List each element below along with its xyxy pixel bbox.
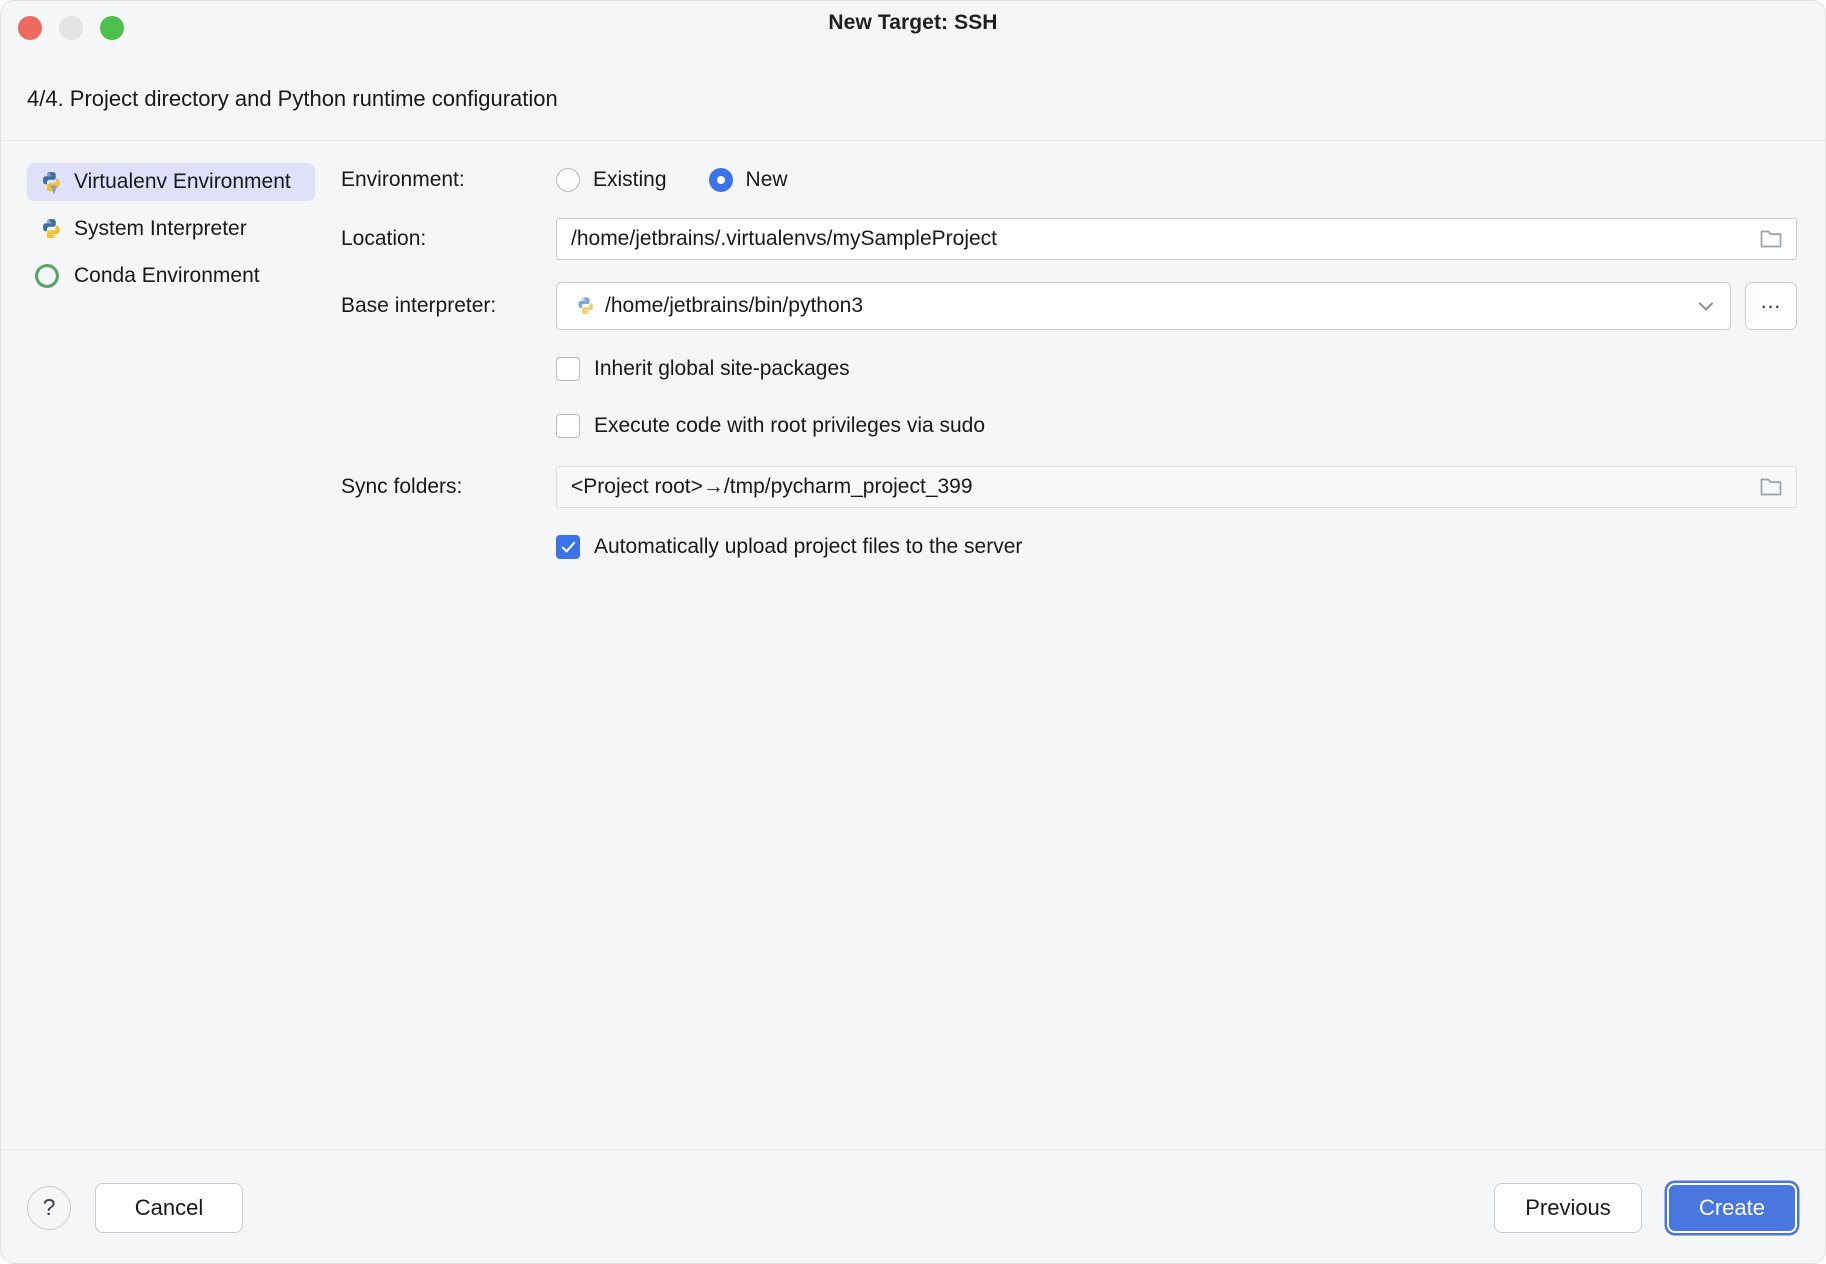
- dialog-footer: ? Cancel Previous Create: [1, 1150, 1825, 1264]
- environment-form: Environment: Existing New Location: /hom…: [341, 141, 1825, 1149]
- checkbox-box[interactable]: [556, 535, 580, 559]
- checkbox-box[interactable]: [556, 414, 580, 438]
- execute-sudo-checkbox[interactable]: Execute code with root privileges via su…: [556, 414, 985, 438]
- footer-right-group: Previous Create: [1494, 1183, 1797, 1233]
- sync-folders-label: Sync folders:: [341, 475, 556, 499]
- location-input[interactable]: /home/jetbrains/.virtualenvs/mySamplePro…: [556, 218, 1797, 260]
- base-interpreter-value: /home/jetbrains/bin/python3: [605, 294, 1694, 318]
- step-header: 4/4. Project directory and Python runtim…: [1, 57, 1825, 140]
- radio-new-label: New: [746, 168, 788, 192]
- sidebar-item-label: System Interpreter: [74, 217, 247, 241]
- help-button[interactable]: ?: [27, 1186, 71, 1230]
- chevron-down-icon[interactable]: [1694, 294, 1718, 318]
- dialog-body: Virtualenv Environment System Interprete…: [1, 141, 1825, 1149]
- execute-sudo-label: Execute code with root privileges via su…: [594, 414, 985, 438]
- python-icon: [569, 293, 595, 319]
- location-label: Location:: [341, 227, 556, 251]
- checkbox-box[interactable]: [556, 357, 580, 381]
- sync-folders-input[interactable]: <Project root>→/tmp/pycharm_project_399: [556, 466, 1797, 508]
- sync-folders-row: Sync folders: <Project root>→/tmp/pychar…: [341, 466, 1797, 508]
- sidebar-item-label: Virtualenv Environment: [74, 170, 291, 194]
- cancel-button[interactable]: Cancel: [95, 1183, 243, 1233]
- inherit-site-packages-checkbox[interactable]: Inherit global site-packages: [556, 357, 850, 381]
- auto-upload-label: Automatically upload project files to th…: [594, 535, 1022, 559]
- environment-row: Environment: Existing New: [341, 163, 1797, 197]
- sidebar-item-system-interpreter[interactable]: System Interpreter: [27, 210, 315, 248]
- window-title: New Target: SSH: [1, 11, 1825, 35]
- base-interpreter-select[interactable]: /home/jetbrains/bin/python3: [556, 282, 1731, 330]
- auto-upload-row: Automatically upload project files to th…: [556, 530, 1797, 564]
- title-bar: New Target: SSH: [1, 1, 1825, 57]
- footer-left-group: ? Cancel: [27, 1183, 243, 1233]
- base-interpreter-label: Base interpreter:: [341, 294, 556, 318]
- radio-new[interactable]: [709, 168, 733, 192]
- sync-folders-value: <Project root>→/tmp/pycharm_project_399: [571, 475, 1758, 499]
- page-title: 4/4. Project directory and Python runtim…: [27, 86, 558, 112]
- python-virtualenv-icon: [32, 167, 62, 197]
- location-value: /home/jetbrains/.virtualenvs/mySamplePro…: [571, 227, 1758, 251]
- folder-icon[interactable]: [1758, 227, 1784, 251]
- sidebar-item-label: Conda Environment: [74, 264, 260, 288]
- dialog-window: New Target: SSH 4/4. Project directory a…: [0, 0, 1826, 1264]
- previous-button[interactable]: Previous: [1494, 1183, 1642, 1233]
- create-button[interactable]: Create: [1667, 1183, 1797, 1233]
- radio-existing[interactable]: [556, 168, 580, 192]
- browse-interpreter-button[interactable]: ...: [1745, 282, 1797, 330]
- environment-existing-option[interactable]: Existing: [556, 168, 667, 192]
- environment-new-option[interactable]: New: [709, 168, 788, 192]
- inherit-site-packages-row: Inherit global site-packages: [556, 352, 1797, 386]
- radio-existing-label: Existing: [593, 168, 667, 192]
- location-row: Location: /home/jetbrains/.virtualenvs/m…: [341, 218, 1797, 260]
- python-icon: [32, 214, 62, 244]
- sidebar-item-virtualenv-environment[interactable]: Virtualenv Environment: [27, 163, 315, 201]
- sidebar-item-conda-environment[interactable]: Conda Environment: [27, 257, 315, 295]
- environment-type-sidebar: Virtualenv Environment System Interprete…: [1, 141, 341, 1149]
- base-interpreter-row: Base interpreter: /home/jetbrains/bin/py…: [341, 282, 1797, 330]
- inherit-site-packages-label: Inherit global site-packages: [594, 357, 850, 381]
- execute-sudo-row: Execute code with root privileges via su…: [556, 409, 1797, 443]
- environment-label: Environment:: [341, 168, 556, 192]
- conda-icon: [32, 261, 62, 291]
- folder-icon[interactable]: [1758, 475, 1784, 499]
- auto-upload-checkbox[interactable]: Automatically upload project files to th…: [556, 535, 1022, 559]
